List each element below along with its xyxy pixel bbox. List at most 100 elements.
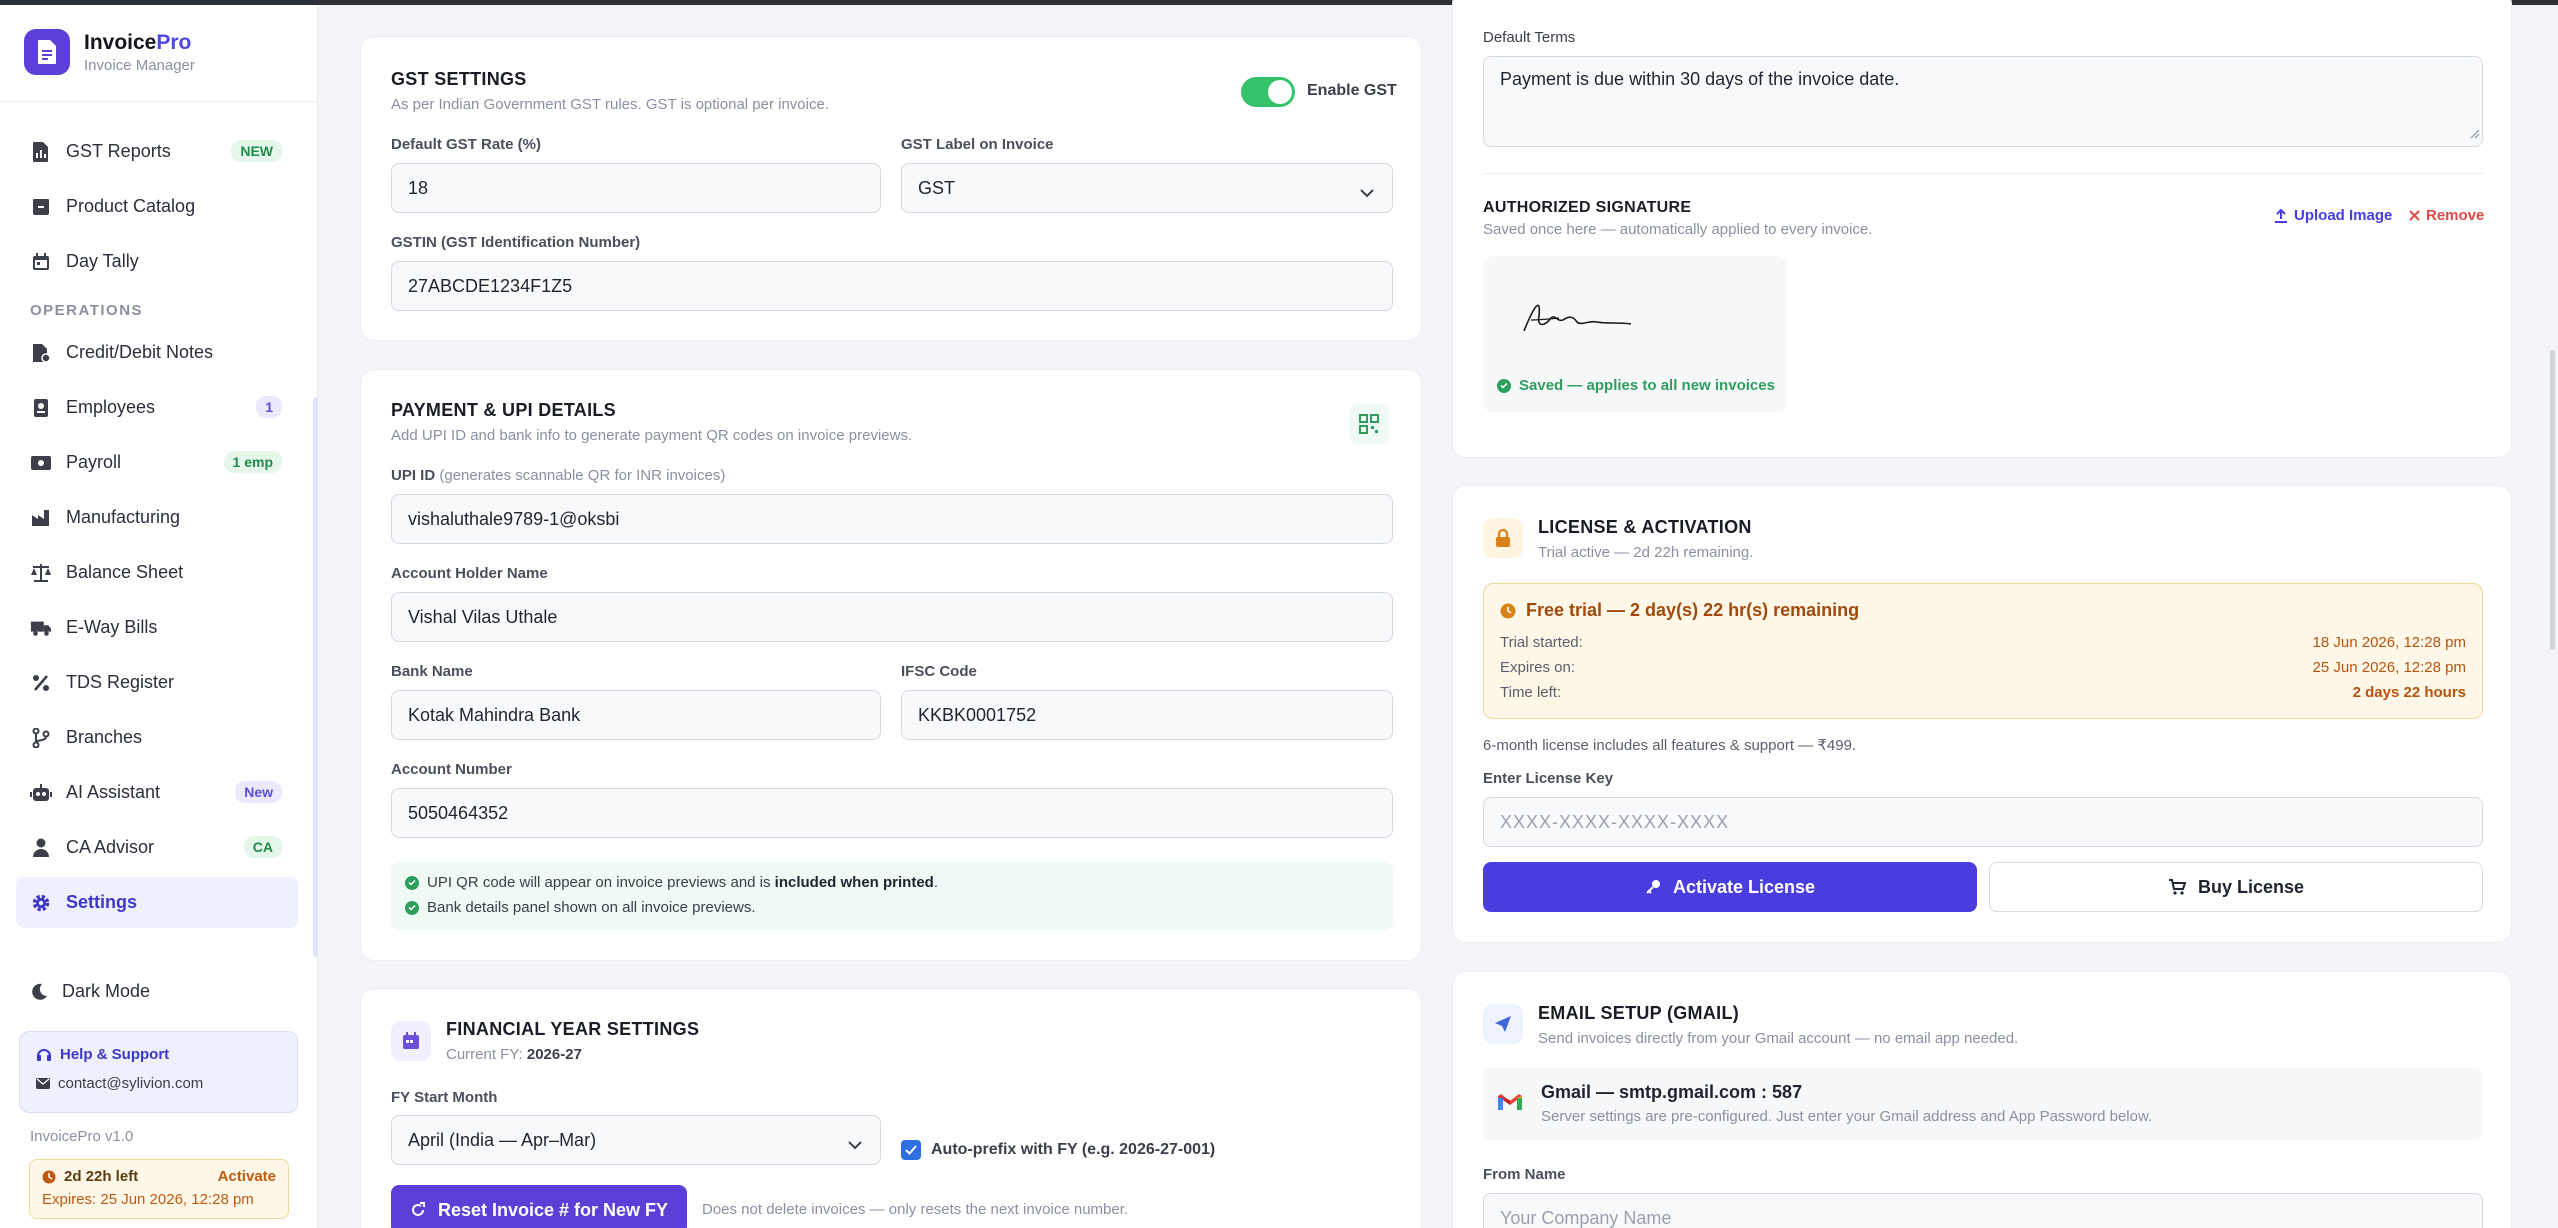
chevron-down-icon (848, 1134, 862, 1155)
note-icon (30, 342, 52, 364)
card-subtitle: As per Indian Government GST rules. GST … (391, 96, 829, 113)
trial-time-left: 2d 22h left (42, 1168, 138, 1185)
signature-subtitle: Saved once here — automatically applied … (1483, 221, 1873, 238)
check-circle-icon (1497, 378, 1511, 393)
license-key-input[interactable]: XXXX-XXXX-XXXX-XXXX (1483, 797, 2483, 847)
sidebar-item-ai-assistant[interactable]: AI Assistant New (16, 767, 298, 818)
gst-rate-input[interactable]: 18 (391, 163, 881, 213)
divider (0, 101, 318, 102)
card-title: LICENSE & ACTIVATION (1538, 517, 1752, 537)
chevron-down-icon (1360, 182, 1374, 203)
divider (1483, 173, 2483, 174)
count-badge: 1 (256, 396, 282, 418)
enable-gst-label: Enable GST (1307, 82, 1397, 99)
fy-start-label: FY Start Month (391, 1089, 498, 1106)
sidebar: InvoicePro Invoice Manager GST Reports N… (0, 5, 318, 1228)
sidebar-item-day-tally[interactable]: Day Tally (16, 236, 298, 287)
gst-rate-label: Default GST Rate (%) (391, 136, 542, 153)
id-card-icon (30, 397, 52, 419)
buy-license-button[interactable]: Buy License (1989, 862, 2483, 912)
cart-icon (2168, 879, 2186, 895)
trial-time-left-row: Time left: 2 days 22 hours (1500, 684, 2466, 701)
activate-license-button[interactable]: Activate License (1483, 862, 1977, 912)
remove-signature-link[interactable]: Remove (2409, 207, 2484, 224)
help-support-box[interactable]: Help & Support contact@sylivion.com (19, 1031, 298, 1113)
gear-icon (30, 892, 52, 914)
sidebar-item-label: Balance Sheet (66, 562, 184, 582)
account-number-input[interactable]: 5050464352 (391, 788, 1393, 838)
moon-icon (30, 983, 48, 1001)
nav-section-operations: OPERATIONS (30, 302, 144, 319)
sidebar-item-manufacturing[interactable]: Manufacturing (16, 492, 298, 543)
default-terms-textarea[interactable]: Payment is due within 30 days of the inv… (1483, 56, 2483, 147)
upload-image-link[interactable]: Upload Image (2274, 207, 2392, 224)
sidebar-item-branches[interactable]: Branches (16, 712, 298, 763)
trial-expiry: Expires: 25 Jun 2026, 12:28 pm (42, 1191, 254, 1208)
trial-activate-link[interactable]: Activate (218, 1168, 276, 1185)
license-activation-card: LICENSE & ACTIVATION Trial active — 2d 2… (1452, 485, 2512, 943)
from-name-label: From Name (1483, 1166, 1566, 1183)
sidebar-item-e-way-bills[interactable]: E-Way Bills (16, 602, 298, 653)
upload-icon (2274, 208, 2288, 223)
sidebar-item-credit-debit-notes[interactable]: Credit/Debit Notes (16, 327, 298, 378)
close-icon (2409, 210, 2420, 221)
sidebar-item-balance-sheet[interactable]: Balance Sheet (16, 547, 298, 598)
robot-icon (30, 782, 52, 804)
enable-gst-toggle[interactable] (1241, 77, 1295, 107)
sidebar-item-payroll[interactable]: Payroll 1 emp (16, 437, 298, 488)
card-title: EMAIL SETUP (GMAIL) (1538, 1003, 1740, 1023)
sidebar-item-employees[interactable]: Employees 1 (16, 382, 298, 433)
main-scrollbar[interactable] (2550, 350, 2555, 650)
lock-icon (1483, 518, 1523, 558)
person-icon (30, 837, 52, 859)
gst-label-select[interactable]: GST (901, 163, 1393, 213)
upi-id-input[interactable]: vishaluthale9789-1@oksbi (391, 494, 1393, 544)
qr-code-icon[interactable] (1349, 404, 1389, 444)
new-badge: New (235, 781, 282, 803)
sidebar-item-label: Employees (66, 397, 156, 417)
account-holder-input[interactable]: Vishal Vilas Uthale (391, 592, 1393, 642)
brand[interactable]: InvoicePro Invoice Manager (24, 29, 195, 75)
sidebar-item-ca-advisor[interactable]: CA Advisor CA (16, 822, 298, 873)
trial-started-row: Trial started: 18 Jun 2026, 12:28 pm (1500, 634, 2466, 651)
trial-expires-row: Expires on: 25 Jun 2026, 12:28 pm (1500, 659, 2466, 676)
dark-mode-label: Dark Mode (62, 981, 151, 1001)
gstin-label: GSTIN (GST Identification Number) (391, 234, 641, 251)
sidebar-item-tds-register[interactable]: TDS Register (16, 657, 298, 708)
account-holder-label: Account Holder Name (391, 565, 548, 582)
sidebar-item-product-catalog[interactable]: Product Catalog (16, 181, 298, 232)
employee-count-badge: 1 emp (223, 451, 282, 473)
gstin-input[interactable]: 27ABCDE1234F1Z5 (391, 261, 1393, 311)
from-name-input[interactable]: Your Company Name (1483, 1193, 2483, 1228)
file-chart-icon (30, 141, 52, 163)
trial-status-box[interactable]: 2d 22h left Activate Expires: 25 Jun 202… (29, 1159, 289, 1219)
sidebar-scrollbar[interactable] (313, 397, 318, 957)
sidebar-item-settings[interactable]: Settings (16, 877, 298, 928)
card-subtitle: Add UPI ID and bank info to generate pay… (391, 427, 913, 444)
app-version: InvoicePro v1.0 (30, 1128, 134, 1145)
autoprefix-checkbox[interactable] (901, 1140, 921, 1160)
key-icon (1645, 879, 1661, 895)
bank-name-input[interactable]: Kotak Mahindra Bank (391, 690, 881, 740)
ifsc-label: IFSC Code (901, 663, 977, 680)
brand-subtitle: Invoice Manager (84, 56, 195, 74)
branch-icon (30, 727, 52, 749)
money-icon (30, 452, 52, 474)
fy-start-select[interactable]: April (India — Apr–Mar) (391, 1115, 881, 1165)
mail-icon (36, 1078, 50, 1089)
license-key-label: Enter License Key (1483, 770, 1614, 787)
gst-settings-card: GST SETTINGS As per Indian Government GS… (360, 36, 1422, 341)
account-number-label: Account Number (391, 761, 512, 778)
sidebar-item-label: CA Advisor (66, 837, 155, 857)
resize-handle-icon[interactable] (2470, 123, 2480, 144)
signature-title: AUTHORIZED SIGNATURE (1483, 199, 1692, 216)
card-subtitle: Trial active — 2d 22h remaining. (1538, 544, 1754, 561)
sidebar-item-gst-reports[interactable]: GST Reports NEW (16, 126, 298, 177)
dark-mode-toggle[interactable]: Dark Mode (30, 981, 150, 1002)
help-email[interactable]: contact@sylivion.com (36, 1075, 281, 1092)
card-subtitle: Send invoices directly from your Gmail a… (1538, 1030, 2019, 1047)
ifsc-input[interactable]: KKBK0001752 (901, 690, 1393, 740)
reset-invoice-number-button[interactable]: Reset Invoice # for New FY (391, 1185, 687, 1228)
calendar-icon (30, 251, 52, 273)
email-setup-card: EMAIL SETUP (GMAIL) Send invoices direct… (1452, 971, 2512, 1228)
